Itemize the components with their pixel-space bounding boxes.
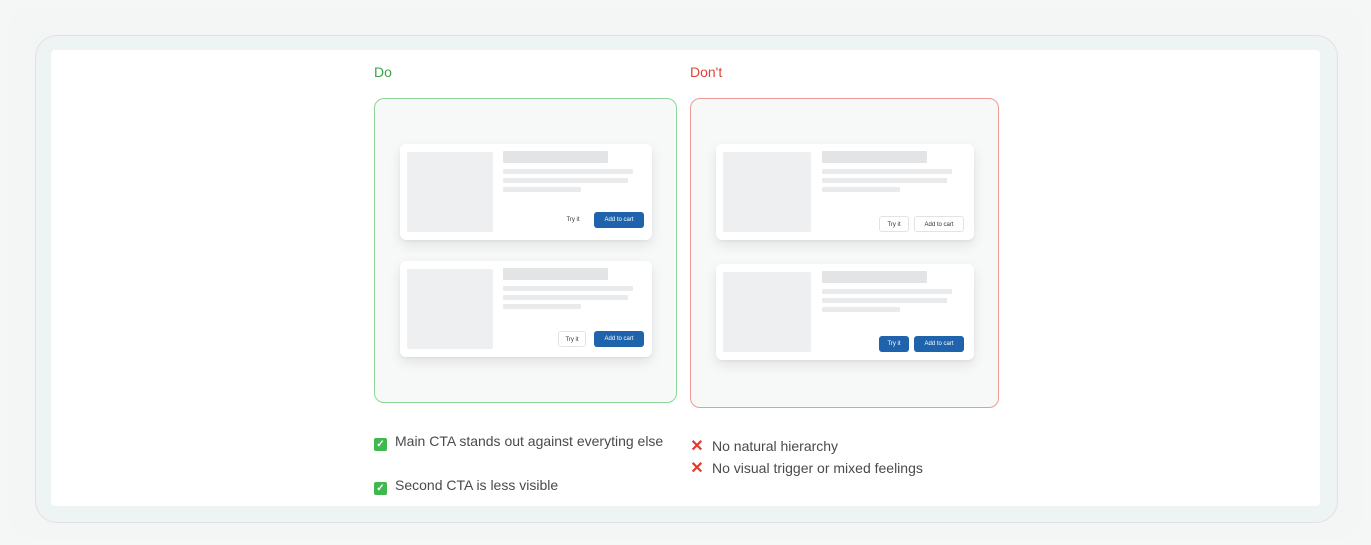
title-placeholder bbox=[503, 151, 608, 163]
do-example-panel: Try it Add to cart Try it Add to cart bbox=[374, 98, 677, 403]
text-line-placeholder bbox=[503, 295, 628, 300]
text-line-placeholder bbox=[503, 178, 628, 183]
do-note-text: Second CTA is less visible bbox=[395, 477, 559, 493]
try-it-button[interactable]: Try it bbox=[558, 331, 586, 347]
check-icon: ✓ bbox=[374, 482, 387, 495]
add-to-cart-button[interactable]: Add to cart bbox=[594, 331, 644, 347]
title-placeholder bbox=[822, 151, 927, 163]
slide-canvas bbox=[51, 50, 1320, 506]
text-line-placeholder bbox=[822, 307, 900, 312]
try-it-button[interactable]: Try it bbox=[879, 336, 909, 352]
add-to-cart-button[interactable]: Add to cart bbox=[914, 336, 964, 352]
text-line-placeholder bbox=[822, 178, 947, 183]
dont-note: ✕ No visual trigger or mixed feelings bbox=[690, 457, 1010, 480]
do-note-text: Main CTA stands out against everyting el… bbox=[395, 433, 664, 449]
title-placeholder bbox=[503, 268, 608, 280]
product-image-placeholder bbox=[723, 272, 811, 352]
do-note: ✓ Second CTA is less visible bbox=[374, 474, 674, 496]
dont-example-panel: Try it Add to cart Try it Add to cart bbox=[690, 98, 999, 408]
dont-heading: Don't bbox=[690, 64, 723, 80]
title-placeholder bbox=[822, 271, 927, 283]
check-icon: ✓ bbox=[374, 438, 387, 451]
add-to-cart-button[interactable]: Add to cart bbox=[594, 212, 644, 228]
try-it-button[interactable]: Try it bbox=[879, 216, 909, 232]
try-it-button[interactable]: Try it bbox=[560, 212, 586, 228]
text-line-placeholder bbox=[822, 169, 952, 174]
dont-note-text: No natural hierarchy bbox=[712, 438, 839, 454]
do-heading: Do bbox=[374, 64, 392, 80]
cross-icon: ✕ bbox=[690, 438, 704, 455]
text-line-placeholder bbox=[822, 187, 900, 192]
text-line-placeholder bbox=[503, 304, 581, 309]
cross-icon: ✕ bbox=[690, 460, 704, 477]
product-card: Try it Add to cart bbox=[400, 261, 652, 357]
product-image-placeholder bbox=[723, 152, 811, 232]
text-line-placeholder bbox=[503, 187, 581, 192]
product-card: Try it Add to cart bbox=[716, 144, 974, 240]
dont-note: ✕ No natural hierarchy bbox=[690, 435, 1010, 458]
text-line-placeholder bbox=[822, 289, 952, 294]
product-card: Try it Add to cart bbox=[400, 144, 652, 240]
product-image-placeholder bbox=[407, 269, 493, 349]
text-line-placeholder bbox=[822, 298, 947, 303]
add-to-cart-button[interactable]: Add to cart bbox=[914, 216, 964, 232]
dont-note-text: No visual trigger or mixed feelings bbox=[712, 460, 923, 476]
text-line-placeholder bbox=[503, 169, 633, 174]
do-note: ✓ Main CTA stands out against everyting e… bbox=[374, 430, 674, 452]
product-card: Try it Add to cart bbox=[716, 264, 974, 360]
text-line-placeholder bbox=[503, 286, 633, 291]
product-image-placeholder bbox=[407, 152, 493, 232]
